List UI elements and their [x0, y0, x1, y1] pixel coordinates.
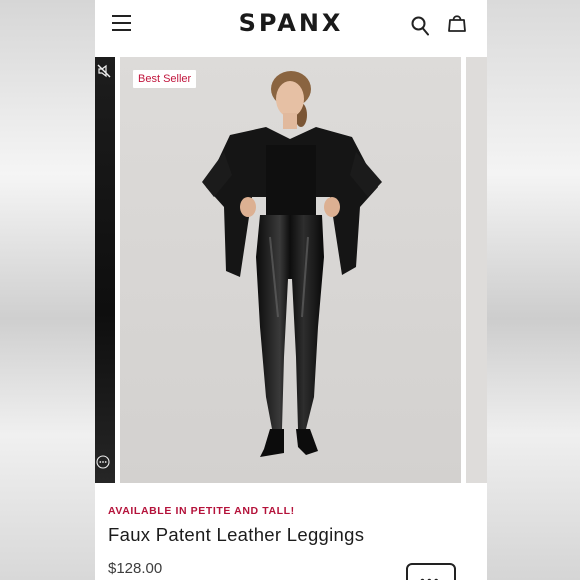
- bag-icon[interactable]: [447, 13, 467, 33]
- previous-slide[interactable]: [95, 57, 115, 483]
- search-icon[interactable]: [411, 16, 429, 36]
- mute-icon[interactable]: [97, 64, 111, 78]
- product-gallery[interactable]: Best Seller: [95, 57, 487, 483]
- product-price: $128.00: [108, 560, 163, 577]
- product-image[interactable]: Best Seller: [120, 57, 461, 483]
- availability-banner: AVAILABLE IN PETITE AND TALL!: [108, 505, 295, 517]
- model-photo: [120, 57, 461, 483]
- phone-screen: SPANX Best Seller AVAILABLE IN PETITE AN…: [95, 0, 487, 580]
- more-options-button[interactable]: •••: [406, 563, 456, 580]
- background-right: [487, 0, 580, 580]
- product-title[interactable]: Faux Patent Leather Leggings: [108, 524, 364, 546]
- product-info: AVAILABLE IN PETITE AND TALL! Faux Paten…: [95, 483, 487, 580]
- background-left: [0, 0, 95, 580]
- brand-logo[interactable]: SPANX: [225, 9, 357, 37]
- more-circle-icon[interactable]: [96, 455, 110, 469]
- best-seller-badge: Best Seller: [133, 70, 197, 88]
- more-options-label: •••: [420, 572, 441, 580]
- next-slide[interactable]: [466, 57, 487, 483]
- site-header: SPANX: [95, 0, 487, 57]
- menu-icon[interactable]: [112, 15, 131, 31]
